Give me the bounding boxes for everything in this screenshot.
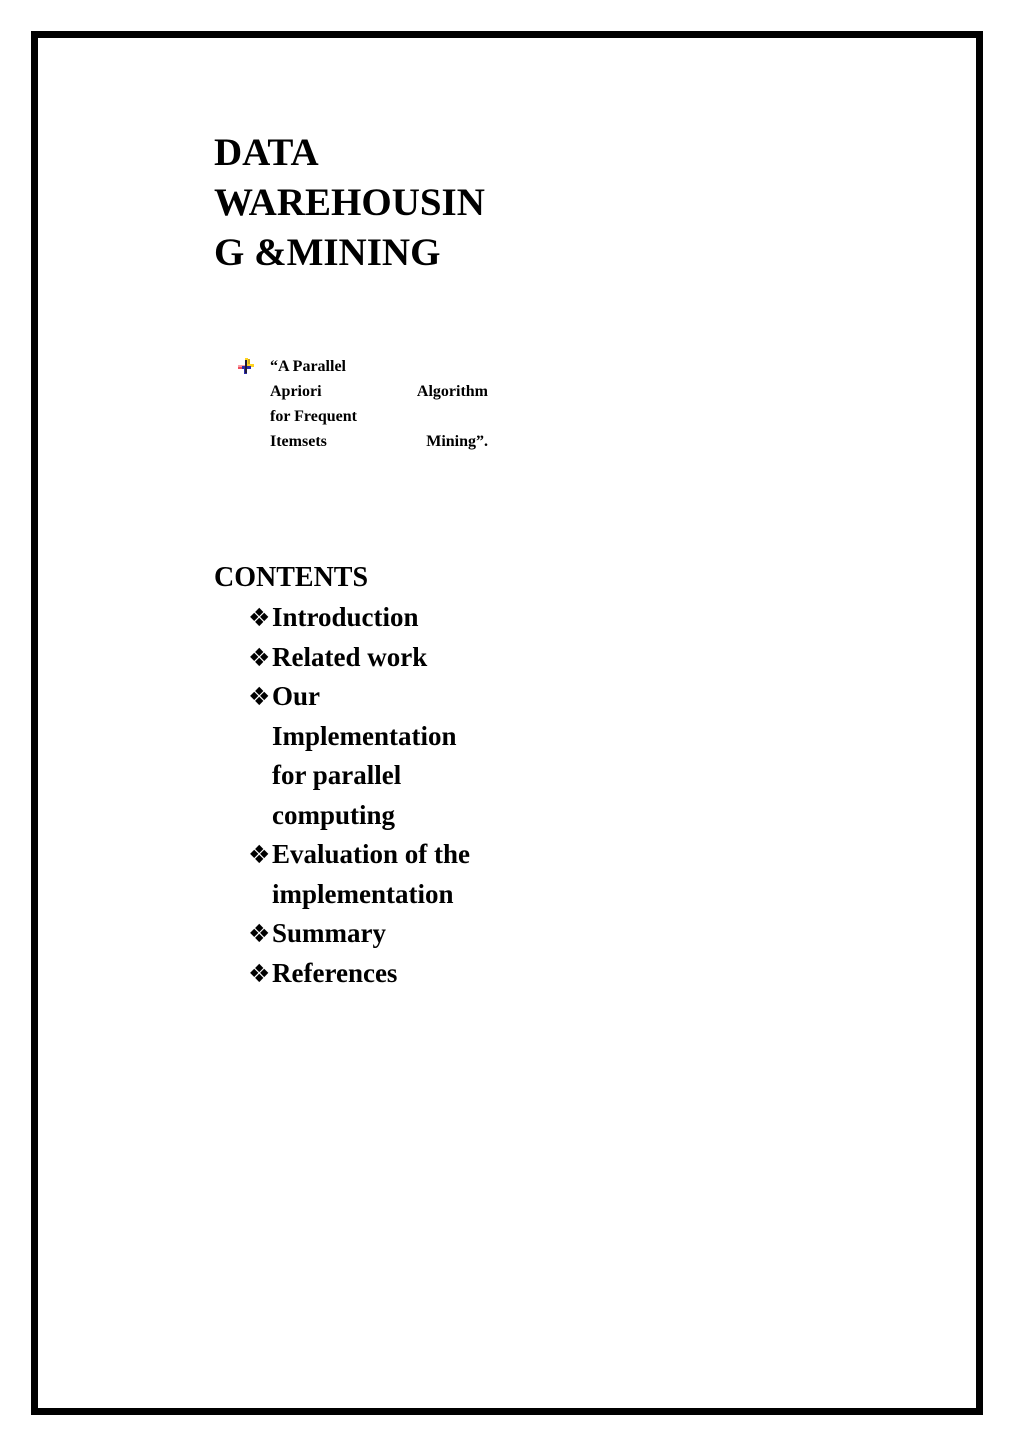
subtitle-bullet-item: “A Parallel Apriori Algorithm for Freque… xyxy=(238,354,488,454)
diamond-bullet-icon: ❖ xyxy=(248,682,271,711)
contents-section: CONTENTS ❖ Introduction ❖ Related work ❖… xyxy=(214,560,504,993)
subtitle-line-4: Itemsets Mining”. xyxy=(270,433,488,450)
contents-item-label: Evaluation of the implementation xyxy=(272,839,471,909)
title-block: DATA WAREHOUSING &MINING xyxy=(214,128,494,278)
contents-item-label: Our Implementation for parallel computin… xyxy=(272,681,457,830)
document-page: DATA WAREHOUSING &MINING “A Parallel Apr… xyxy=(0,0,1020,1443)
subtitle-line-1: “A Parallel xyxy=(270,358,346,375)
diamond-bullet-icon: ❖ xyxy=(248,642,271,672)
list-item: ❖ Evaluation of the implementation xyxy=(214,835,504,914)
list-item: ❖ Introduction xyxy=(214,598,504,638)
diamond-bullet-icon: ❖ xyxy=(248,919,271,948)
contents-item-label: Introduction xyxy=(272,602,419,632)
list-item: ❖ Our Implementation for parallel comput… xyxy=(214,677,504,835)
diamond-bullet-icon: ❖ xyxy=(248,958,271,988)
contents-list: ❖ Introduction ❖ Related work ❖ Our Impl… xyxy=(214,598,504,993)
diamond-bullet-icon: ❖ xyxy=(248,603,271,632)
page-border-frame xyxy=(31,31,983,1415)
diamond-bullet-icon: ❖ xyxy=(248,840,271,869)
pinwheel-bullet-icon xyxy=(238,358,254,374)
contents-item-label: Related work xyxy=(272,641,428,672)
list-item: ❖ Summary xyxy=(214,914,504,954)
page-title: DATA WAREHOUSING &MINING xyxy=(214,131,485,274)
subtitle-text: “A Parallel Apriori Algorithm for Freque… xyxy=(270,354,488,454)
subtitle-line-3: for Frequent xyxy=(270,408,357,425)
subtitle-line-2: Apriori Algorithm xyxy=(270,383,488,400)
contents-item-label: References xyxy=(272,957,398,988)
contents-heading: CONTENTS xyxy=(214,562,369,593)
contents-item-label: Summary xyxy=(272,918,386,948)
list-item: ❖ References xyxy=(214,954,504,994)
list-item: ❖ Related work xyxy=(214,638,504,678)
